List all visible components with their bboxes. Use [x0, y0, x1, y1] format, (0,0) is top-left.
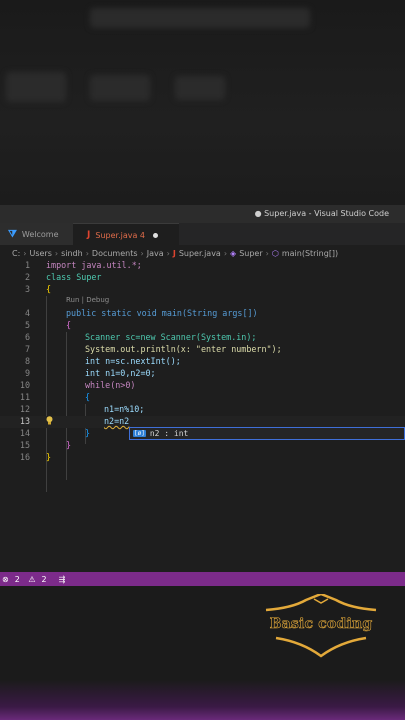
chevron-right-icon: ›	[85, 248, 89, 258]
line-number: 15	[19, 440, 30, 450]
line-number: 8	[24, 356, 30, 366]
line-number: 13	[19, 416, 30, 426]
tab-label: Super.java 4	[95, 230, 145, 240]
code-editor[interactable]: Run | Debug 1 import java.util.*; 2 clas…	[0, 260, 405, 572]
autocomplete-suggestion[interactable]: [ø] n2 : int	[129, 427, 405, 440]
method-icon: ⬡	[271, 248, 279, 258]
line-number: 14	[19, 428, 30, 438]
breadcrumb-item[interactable]: Super	[239, 249, 262, 258]
lightbulb-icon[interactable]	[46, 416, 53, 425]
line-number: 16	[19, 452, 30, 462]
breadcrumb-item[interactable]: Users	[29, 249, 51, 258]
code-line: 7 System.out.println(x: "enter numbern")…	[0, 344, 405, 356]
java-file-icon: J	[172, 248, 176, 258]
line-number: 7	[24, 344, 30, 354]
chevron-right-icon: ›	[23, 248, 27, 258]
line-number: 4	[24, 308, 30, 318]
error-count: 2	[14, 574, 20, 584]
line-number: 5	[24, 320, 30, 330]
code-text: class Super	[46, 272, 102, 282]
code-line: 10 while(n>0)	[0, 380, 405, 392]
chevron-right-icon: ›	[54, 248, 59, 258]
live-share-icon[interactable]: ⇶	[59, 575, 66, 584]
unsaved-dot-icon[interactable]	[153, 232, 158, 238]
breadcrumb-item[interactable]: Super.java	[179, 249, 221, 258]
error-icon: ⊗	[2, 574, 9, 584]
code-text: {	[46, 284, 52, 294]
code-text: }	[85, 428, 91, 438]
breadcrumb: C: › Users › sindh › Documents › Java › J Supe…	[0, 246, 405, 260]
tab-welcome[interactable]: ⧩ Welcome	[0, 223, 80, 245]
line-number: 3	[24, 284, 30, 294]
code-line: 15 }	[0, 440, 405, 452]
breadcrumb-item[interactable]: Documents	[92, 249, 138, 258]
line-number: 9	[24, 368, 30, 378]
code-text: public static void main(String args[])	[66, 308, 258, 318]
code-line: 8 int n=sc.nextInt();	[0, 356, 405, 368]
warning-icon: ⚠	[28, 574, 36, 584]
warning-count: 2	[41, 574, 47, 584]
code-text: n1=n%10;	[104, 404, 145, 414]
vscode-icon: ⧩	[8, 228, 17, 240]
codelens-run-debug[interactable]: Run | Debug	[66, 296, 109, 304]
code-text: {	[85, 392, 91, 402]
code-text: }	[66, 440, 72, 450]
code-line: 2 class Super	[0, 272, 405, 284]
code-line: 12 n1=n%10;	[0, 404, 405, 416]
code-text: System.out.println(x: "enter numbern");	[85, 344, 282, 354]
title-bar: ● Super.java - Visual Studio Code	[0, 205, 405, 223]
code-text: int n=sc.nextInt();	[85, 356, 181, 366]
class-icon: ◈	[230, 248, 237, 258]
code-line: 4 public static void main(String args[])	[0, 308, 405, 320]
breadcrumb-item[interactable]: C:	[12, 249, 20, 258]
code-text: }	[46, 452, 52, 462]
blurred-element	[90, 75, 150, 101]
code-line: 1 import java.util.*;	[0, 260, 405, 272]
line-number: 12	[19, 404, 30, 414]
code-line: 5 {	[0, 320, 405, 332]
code-text: Scanner sc=new Scanner(System.in);	[85, 332, 257, 342]
code-text: n2=n2	[104, 416, 130, 426]
code-line: 6 Scanner sc=new Scanner(System.in);	[0, 332, 405, 344]
tab-label: Welcome	[21, 229, 59, 239]
line-number: 11	[19, 392, 30, 402]
line-number: 10	[19, 380, 30, 390]
code-text: while(n>0)	[85, 380, 136, 390]
line-number: 2	[24, 272, 30, 282]
code-text: import java.util.*;	[46, 260, 142, 270]
code-text: int n1=0,n2=0;	[85, 368, 156, 378]
code-line: 9 int n1=0,n2=0;	[0, 368, 405, 380]
tab-super-java[interactable]: J Super.java 4	[73, 223, 179, 246]
code-line: 16 }	[0, 452, 405, 464]
watermark-text: Basic coding	[269, 616, 373, 633]
breadcrumb-item[interactable]: sindh	[61, 249, 83, 258]
java-file-icon: J	[87, 230, 91, 240]
breadcrumb-item[interactable]: main(String[])	[282, 249, 338, 258]
line-number: 1	[24, 260, 30, 270]
variable-icon: [ø]	[133, 430, 146, 437]
blurred-title	[90, 8, 310, 28]
tab-bar: ⧩ Welcome J Super.java 4	[0, 223, 405, 246]
status-bar: ⊗ 2 ⚠ 2 ⇶	[0, 572, 405, 586]
chevron-right-icon: ›	[265, 248, 269, 258]
chevron-right-icon: ›	[140, 248, 144, 258]
problems-indicator[interactable]: ⊗ 2 ⚠ 2	[2, 575, 53, 584]
chevron-right-icon: ›	[166, 248, 170, 258]
code-line: 3 {	[0, 284, 405, 296]
blurred-background	[0, 0, 405, 205]
suggestion-label: n2 : int	[149, 429, 189, 438]
chevron-right-icon: ›	[223, 248, 228, 258]
breadcrumb-item[interactable]: Java	[147, 249, 164, 258]
window-title: ● Super.java - Visual Studio Code	[254, 209, 389, 218]
code-text: {	[66, 320, 72, 330]
code-line: 11 {	[0, 392, 405, 404]
blurred-element	[6, 72, 66, 102]
line-number: 6	[24, 332, 30, 342]
blurred-element	[175, 76, 225, 100]
